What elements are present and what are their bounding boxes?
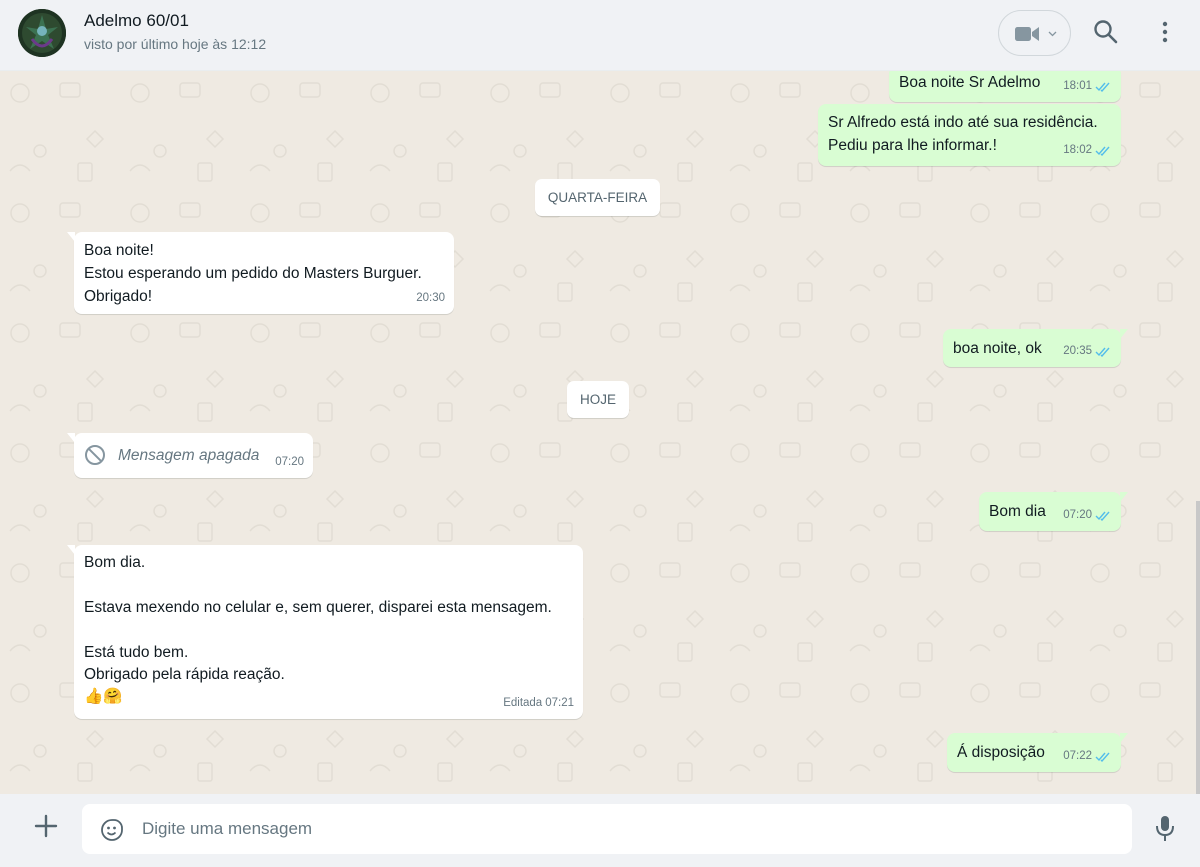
message-meta: 20:35 (1063, 340, 1112, 363)
message-meta: 18:02 (1063, 139, 1112, 162)
message-time: 20:35 (1063, 345, 1092, 357)
double-check-read-icon (1095, 347, 1110, 357)
outgoing-message[interactable]: Á disposição 07:22 (947, 733, 1128, 772)
attach-button[interactable] (32, 812, 60, 840)
avatar-image (18, 9, 66, 57)
message-time: 18:01 (1063, 80, 1092, 92)
chat-menu-button[interactable] (1152, 16, 1178, 48)
kebab-menu-icon (1162, 21, 1168, 43)
message-text: Bom dia. Estava mexendo no celular e, se… (84, 554, 552, 706)
message-input[interactable] (142, 804, 1112, 854)
chat-scrollbar[interactable] (1196, 501, 1200, 794)
bubble-tail (67, 232, 75, 242)
microphone-icon (1156, 816, 1174, 841)
message-text: Boa noite Sr Adelmo (899, 74, 1041, 91)
search-icon (1094, 20, 1118, 44)
incoming-message[interactable]: Boa noite! Estou esperando um pedido do … (67, 232, 454, 314)
chat-messages-area[interactable]: Boa noite Sr Adelmo 18:01 Sr Alfredo est… (0, 71, 1200, 794)
date-separator: HOJE (567, 381, 629, 418)
date-separator: QUARTA-FEIRA (535, 179, 660, 216)
double-check-read-icon (1095, 752, 1110, 762)
message-time: 18:02 (1063, 144, 1092, 156)
voice-message-button[interactable] (1153, 814, 1177, 844)
message-text: Mensagem apagada (118, 447, 260, 464)
message-time: 07:20 (275, 456, 304, 468)
message-time: 07:21 (545, 697, 574, 709)
search-button[interactable] (1090, 16, 1122, 48)
bubble-tail (67, 545, 75, 555)
bubble-tail (1120, 492, 1128, 502)
last-seen-status: visto por último hoje às 12:12 (84, 36, 267, 52)
outgoing-message[interactable]: Boa noite Sr Adelmo 18:01 (889, 71, 1121, 102)
message-time: 20:30 (416, 292, 445, 304)
contact-name[interactable]: Adelmo 60/01 (84, 11, 189, 31)
bubble-tail (1120, 329, 1128, 339)
chevron-down-icon (1048, 31, 1057, 37)
bubble-tail (67, 433, 75, 443)
message-meta: 07:20 (1063, 504, 1112, 527)
outgoing-message[interactable]: Sr Alfredo está indo até sua residência.… (818, 104, 1121, 166)
message-composer (0, 794, 1200, 867)
message-meta: 07:20 (275, 451, 304, 474)
message-time: 07:20 (1063, 509, 1092, 521)
outgoing-message[interactable]: boa noite, ok 20:35 (943, 329, 1128, 367)
message-text: Sr Alfredo está indo até sua residência.… (828, 114, 1098, 154)
message-meta: 07:22 (1063, 745, 1112, 768)
double-check-read-icon (1095, 511, 1110, 521)
avatar[interactable] (18, 9, 66, 57)
chat-header: Adelmo 60/01 visto por último hoje às 12… (0, 0, 1200, 71)
bubble-tail (1120, 733, 1128, 743)
message-text: Á disposição (957, 744, 1045, 761)
double-check-read-icon (1095, 82, 1110, 92)
double-check-read-icon (1095, 146, 1110, 156)
message-meta: 18:01 (1063, 75, 1112, 98)
message-text: boa noite, ok (953, 340, 1042, 357)
incoming-message[interactable]: Bom dia. Estava mexendo no celular e, se… (67, 545, 583, 719)
message-time: 07:22 (1063, 750, 1092, 762)
video-call-button[interactable] (998, 10, 1071, 56)
video-call-icon (1015, 27, 1039, 41)
message-meta: Editada 07:21 (503, 692, 574, 715)
plus-icon (34, 814, 58, 838)
message-meta: 20:30 (416, 287, 445, 310)
message-text: Bom dia (989, 503, 1046, 520)
message-input-box[interactable] (82, 804, 1132, 854)
outgoing-message[interactable]: Bom dia 07:20 (979, 492, 1128, 531)
deleted-message-icon (85, 445, 105, 465)
message-text: Boa noite! Estou esperando um pedido do … (84, 242, 422, 305)
edited-label: Editada (503, 697, 543, 709)
sticker-icon[interactable] (100, 818, 124, 842)
incoming-deleted-message[interactable]: Mensagem apagada 07:20 (67, 433, 313, 478)
